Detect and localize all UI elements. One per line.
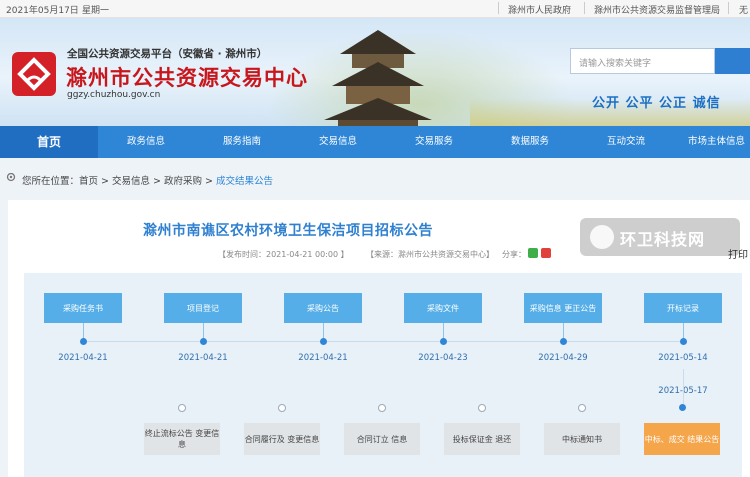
main-nav: 首页 政务信息 服务指南 交易信息 交易服务 数据服务 互动交流 市场主体信息 (0, 126, 750, 158)
step-procurement-task[interactable]: 采购任务书 (44, 293, 122, 323)
article-panel: 滁州市南谯区农村环境卫生保洁项目招标公告 【发布时间：2021-04-21 00… (8, 200, 750, 477)
step-date: 2021-04-21 (298, 353, 348, 363)
outcome-contract-performance[interactable]: 合同履行及 变更信息 (244, 423, 320, 455)
step-bid-opening-record[interactable]: 开标记录 (644, 293, 722, 323)
breadcrumb-path[interactable]: 首页 > 交易信息 > 政府采购 > (79, 176, 216, 187)
step-date: 2021-04-21 (178, 353, 228, 363)
divider (728, 2, 729, 14)
nav-interaction[interactable]: 互动交流 (578, 126, 674, 158)
logo-emblem-icon (17, 57, 51, 91)
location-pin-icon (6, 173, 16, 182)
timeline-dot (200, 338, 207, 345)
outcome-marker (178, 404, 186, 412)
timeline-dot (680, 338, 687, 345)
step-date: 2021-04-29 (538, 353, 588, 363)
connector (323, 323, 324, 338)
timeline-dot (320, 338, 327, 345)
outcome-marker-active (679, 404, 686, 411)
breadcrumb-current[interactable]: 成交结果公告 (216, 176, 273, 187)
wechat-share-icon[interactable] (528, 248, 538, 258)
search-button[interactable] (715, 48, 750, 74)
step-date: 2021-04-21 (58, 353, 108, 363)
pavilion-illustration (324, 30, 432, 126)
platform-name: 全国公共资源交易平台（安徽省 · 滁州市） (67, 48, 268, 60)
step-project-registration[interactable]: 项目登记 (164, 293, 242, 323)
nav-government-info[interactable]: 政务信息 (98, 126, 194, 158)
step-procurement-notice[interactable]: 采购公告 (284, 293, 362, 323)
current-weekday: 星期一 (82, 6, 110, 16)
step-procurement-document[interactable]: 采购文件 (404, 293, 482, 323)
nav-trade-info[interactable]: 交易信息 (290, 126, 386, 158)
timeline-dot (440, 338, 447, 345)
connector (443, 323, 444, 338)
site-slogan: 公开 公平 公正 诚信 (592, 96, 721, 111)
outcome-marker (578, 404, 586, 412)
top-bar: 2021年05月17日 星期一 滁州市人民政府 滁州市公共资源交易监督管理局 无 (0, 0, 750, 18)
connector (683, 323, 684, 338)
watermark-text: 环卫科技网 (620, 230, 706, 249)
step-date: 2021-05-14 (658, 353, 708, 363)
print-link[interactable]: 打印 (728, 246, 748, 261)
step-date: 2021-04-23 (418, 353, 468, 363)
nav-trade-service[interactable]: 交易服务 (386, 126, 482, 158)
current-date: 2021年05月17日 (6, 6, 79, 16)
watermark: 环卫科技网 (580, 218, 740, 256)
outcome-marker (378, 404, 386, 412)
outcome-termination-notice[interactable]: 终止流标公告 变更信息 (144, 423, 220, 455)
outcome-marker (278, 404, 286, 412)
timeline-dot (560, 338, 567, 345)
connector (563, 323, 564, 338)
outcome-award-notice[interactable]: 中标通知书 (544, 423, 620, 455)
connector (203, 323, 204, 338)
link-supervision-bureau[interactable]: 滁州市公共资源交易监督管理局 (594, 3, 720, 16)
outcome-award-result[interactable]: 中标、成交 结果公告 (644, 423, 720, 455)
nav-home[interactable]: 首页 (0, 126, 98, 158)
outcome-contract-signing[interactable]: 合同订立 信息 (344, 423, 420, 455)
link-accessibility[interactable]: 无 (739, 3, 748, 16)
nav-market-entity[interactable]: 市场主体信息 (674, 126, 750, 158)
site-domain: ggzy.chuzhou.gov.cn (67, 90, 161, 100)
outcome-marker (478, 404, 486, 412)
publish-time: 【发布时间：2021-04-21 00:00 】 (218, 250, 349, 259)
article-title: 滁州市南谯区农村环境卫生保洁项目招标公告 (143, 223, 433, 239)
nav-service-guide[interactable]: 服务指南 (194, 126, 290, 158)
site-header: 全国公共资源交易平台（安徽省 · 滁州市） 滁州市公共资源交易中心 ggzy.c… (0, 18, 750, 126)
process-flow: 采购任务书 项目登记 采购公告 采购文件 采购信息 更正公告 开标记录 2021… (24, 273, 742, 477)
site-name: 滁州市公共资源交易中心 (66, 66, 308, 90)
step-correction-notice[interactable]: 采购信息 更正公告 (524, 293, 602, 323)
connector (683, 369, 684, 404)
share-label: 分享： (502, 250, 526, 259)
weibo-share-icon[interactable] (541, 248, 551, 258)
breadcrumb: 您所在位置：首页 > 交易信息 > 政府采购 > 成交结果公告 (0, 158, 750, 198)
divider (498, 2, 499, 14)
connector (83, 323, 84, 338)
link-city-government[interactable]: 滁州市人民政府 (508, 3, 571, 16)
timeline-line (82, 341, 686, 342)
article-source: 【来源：滁州市公共资源交易中心】 (366, 250, 494, 259)
site-logo[interactable] (12, 52, 56, 96)
outcome-deposit-refund[interactable]: 投标保证金 退还 (444, 423, 520, 455)
divider (584, 2, 585, 14)
breadcrumb-prefix: 您所在位置： (22, 176, 80, 187)
nav-data-service[interactable]: 数据服务 (482, 126, 578, 158)
search-input[interactable]: 请输入搜索关键字 (570, 48, 715, 74)
timeline-dot (80, 338, 87, 345)
watermark-logo-icon (590, 225, 614, 249)
